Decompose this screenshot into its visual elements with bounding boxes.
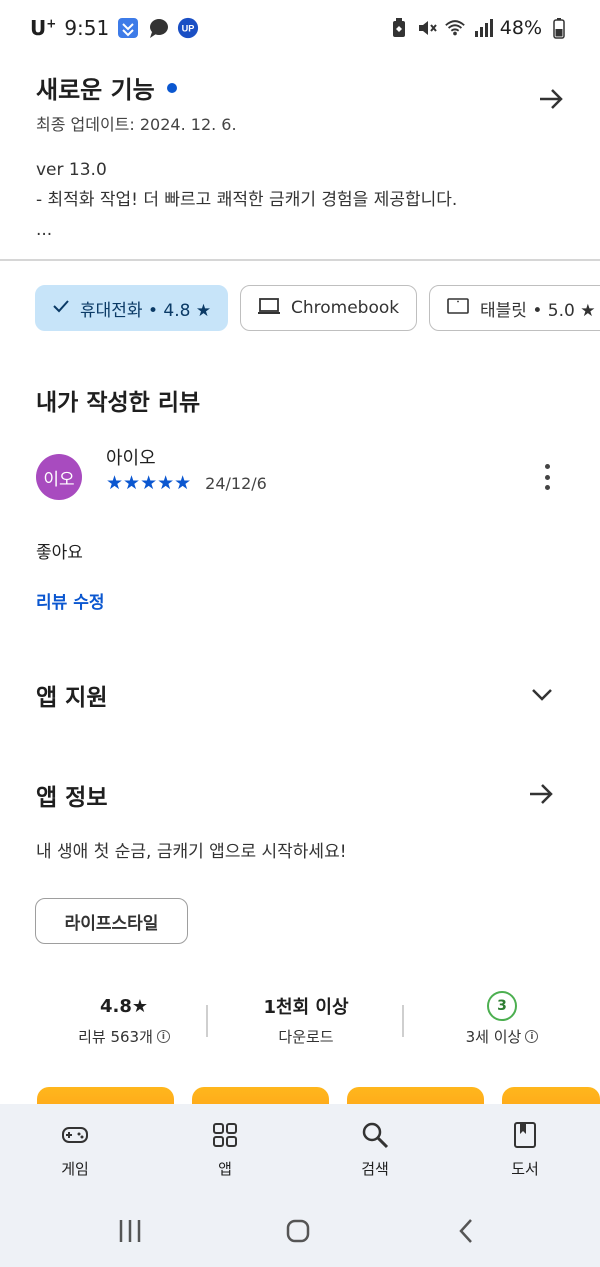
nav-games-label: 게임 — [61, 1160, 89, 1178]
search-icon — [360, 1120, 390, 1150]
status-right: 48% — [388, 17, 570, 39]
stat-downloads: 1천회 이상 다운로드 — [216, 990, 396, 1047]
arrow-right-icon[interactable] — [526, 779, 556, 809]
age-rating-badge: 3 — [487, 991, 517, 1021]
status-left: U+ 9:51 UP — [30, 16, 199, 40]
info-icon: i — [156, 1030, 170, 1043]
mute-icon — [416, 17, 438, 39]
review-date: 24/12/6 — [205, 473, 267, 493]
battery-percent: 48% — [499, 17, 542, 39]
age-badge-wrap: 3 — [412, 990, 592, 1022]
app-notification-icon — [117, 17, 139, 39]
chip-chromebook[interactable]: Chromebook — [240, 285, 417, 331]
nav-games[interactable]: 게임 — [0, 1104, 150, 1196]
check-icon — [52, 297, 70, 320]
whats-new-header[interactable]: 새로운 기능 최종 업데이트: 2024. 12. 6. — [36, 70, 566, 140]
nav-apps-label: 앱 — [218, 1160, 232, 1178]
system-navigation — [0, 1196, 600, 1267]
whats-new-version: ver 13.0 — [36, 160, 107, 180]
svg-text:UP: UP — [182, 24, 195, 34]
age-label-text: 3세 이상 — [465, 1028, 522, 1046]
recent-apps-icon[interactable] — [113, 1216, 147, 1246]
whats-new-body: ver 13.0 - 최적화 작업! 더 빠르고 쾌적한 금캐기 경험을 제공합… — [36, 155, 576, 245]
home-icon[interactable] — [281, 1216, 315, 1246]
star-icons: ★★★★★ — [106, 472, 192, 494]
edit-review-button[interactable]: 리뷰 수정 — [36, 588, 104, 613]
stat-age[interactable]: 3 3세 이상 i — [412, 990, 592, 1047]
new-indicator-dot — [166, 82, 177, 93]
status-time: 9:51 — [64, 16, 110, 40]
book-icon — [510, 1120, 540, 1150]
chip-tablet-label: 태블릿 • 5.0 ★ — [480, 300, 596, 321]
nav-search[interactable]: 검색 — [300, 1104, 450, 1196]
wifi-icon — [444, 17, 466, 39]
chevron-down-icon[interactable] — [528, 680, 556, 708]
more-options-icon[interactable] — [535, 462, 559, 492]
rating-label: 리뷰 563개 i — [34, 1026, 214, 1047]
rating-value: 4.8★ — [99, 995, 149, 1017]
whats-new-note: - 최적화 작업! 더 빠르고 쾌적한 금캐기 경험을 제공합니다. — [36, 190, 458, 210]
category-chip[interactable]: 라이프스타일 — [35, 898, 188, 944]
tablet-icon — [446, 296, 470, 321]
app-support-title[interactable]: 앱 지원 — [36, 678, 108, 712]
status-bar: U+ 9:51 UP 48% — [0, 0, 600, 56]
section-divider — [0, 259, 600, 261]
gamepad-icon — [60, 1120, 90, 1150]
up-badge-icon: UP — [177, 17, 199, 39]
last-updated-text: 최종 업데이트: 2024. 12. 6. — [36, 115, 237, 134]
nav-books-label: 도서 — [511, 1160, 539, 1178]
whats-new-ellipsis: ... — [36, 220, 53, 240]
reviewer-name: 아이오 — [106, 448, 156, 469]
review-text: 좋아요 — [36, 543, 83, 563]
nav-books[interactable]: 도서 — [450, 1104, 600, 1196]
downloads-value: 1천회 이상 — [263, 997, 349, 1018]
avatar: 이오 — [36, 454, 82, 500]
age-label: 3세 이상 i — [412, 1026, 592, 1047]
signal-icon — [472, 17, 494, 39]
back-icon[interactable] — [450, 1216, 484, 1246]
bottom-navigation: 게임 앱 검색 도서 — [0, 1104, 600, 1196]
info-icon: i — [525, 1030, 539, 1043]
stat-divider — [206, 1005, 208, 1037]
device-filter-chips: 휴대전화 • 4.8 ★ Chromebook 태블릿 • 5.0 ★ — [35, 285, 600, 331]
nav-search-label: 검색 — [361, 1160, 389, 1178]
stat-divider — [402, 1005, 404, 1037]
arrow-right-icon[interactable] — [536, 84, 566, 114]
whats-new-title-row: 새로운 기능 — [36, 70, 566, 105]
carrier-label: U+ — [30, 16, 57, 40]
battery-saver-icon — [388, 17, 410, 39]
chip-phone-label: 휴대전화 • 4.8 ★ — [80, 300, 212, 321]
nav-apps[interactable]: 앱 — [150, 1104, 300, 1196]
downloads-label: 다운로드 — [278, 1028, 334, 1046]
my-review-title: 내가 작성한 리뷰 — [36, 390, 201, 416]
app-info-title[interactable]: 앱 정보 — [36, 778, 108, 812]
rating-stars: ★★★★★ 24/12/6 — [106, 472, 267, 494]
battery-icon — [548, 17, 570, 39]
stat-rating[interactable]: 4.8★ 리뷰 563개 i — [34, 990, 214, 1047]
chip-chromebook-label: Chromebook — [291, 298, 400, 318]
chat-bubble-icon — [147, 17, 169, 39]
chip-tablet[interactable]: 태블릿 • 5.0 ★ — [429, 285, 600, 331]
app-stats: 4.8★ 리뷰 563개 i 1천회 이상 다운로드 3 3세 이상 i — [0, 990, 600, 1060]
rating-label-text: 리뷰 563개 — [78, 1028, 153, 1046]
whats-new-title: 새로운 기능 — [36, 76, 155, 104]
apps-grid-icon — [210, 1120, 240, 1150]
chip-phone[interactable]: 휴대전화 • 4.8 ★ — [35, 285, 228, 331]
app-description: 내 생애 첫 순금, 금캐기 앱으로 시작하세요! — [36, 842, 347, 862]
laptop-icon — [257, 296, 281, 321]
